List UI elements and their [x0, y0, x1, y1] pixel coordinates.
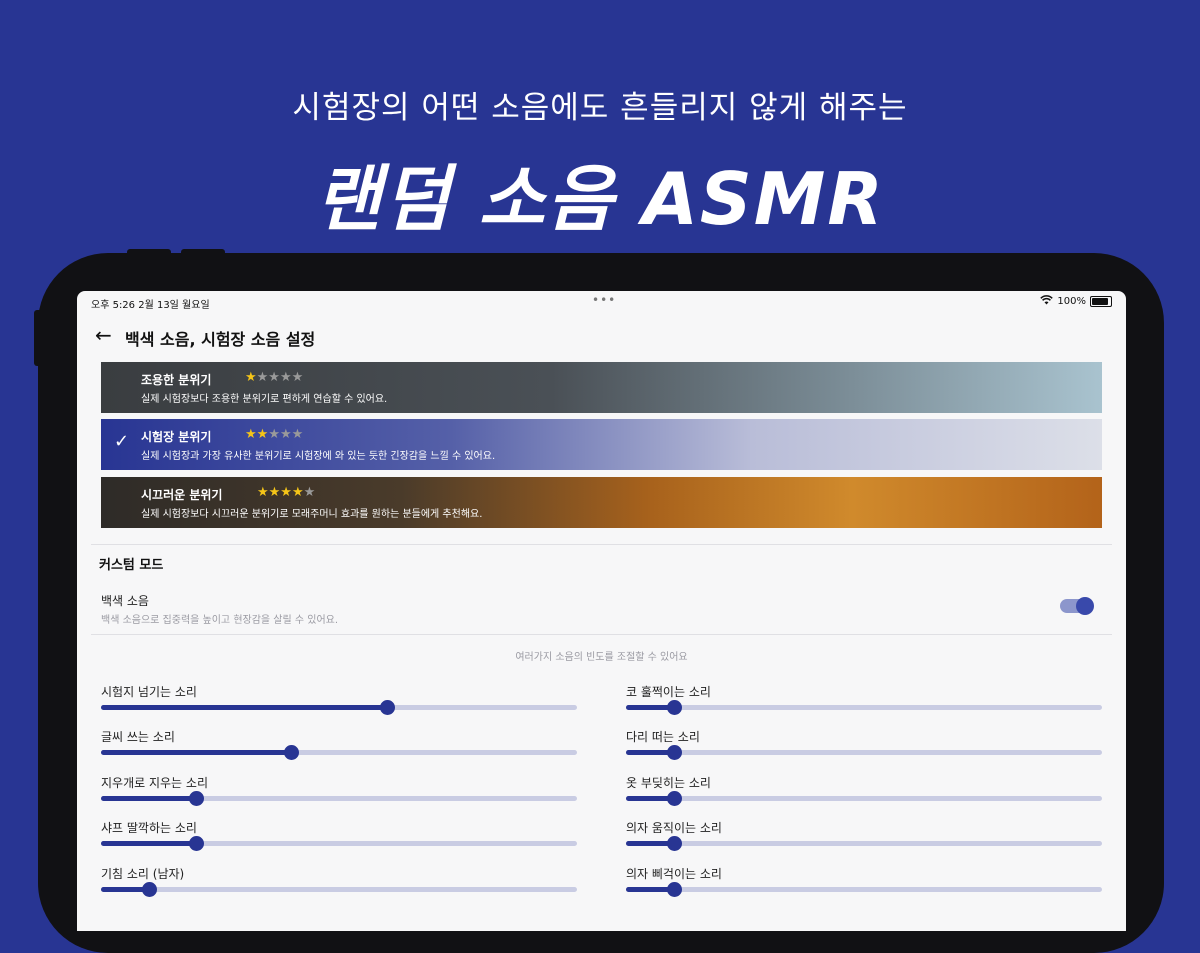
slider-row: 지우개로 지우는 소리 — [101, 774, 577, 814]
slider-track[interactable] — [626, 836, 1102, 851]
battery-icon — [1090, 296, 1112, 307]
slider-thumb[interactable] — [141, 882, 157, 897]
page-title: 백색 소음, 시험장 소음 설정 — [125, 330, 316, 349]
slider-label: 시험지 넘기는 소리 — [101, 685, 197, 699]
divider — [91, 634, 1112, 635]
status-bar: 오후 5:26 2월 13일 월요일 ••• 100% — [77, 291, 1126, 313]
preset-description: 실제 시험장과 가장 유사한 분위기로 시험장에 와 있는 듯한 긴장감을 느낄… — [141, 451, 496, 462]
star-rating: ★★★★★ — [245, 370, 304, 385]
preset-description: 실제 시험장보다 시끄러운 분위기로 모래주머니 효과를 원하는 분들에게 추천… — [141, 509, 483, 520]
white-noise-label: 백색 소음 — [101, 594, 149, 608]
section-title: 커스텀 모드 — [99, 558, 164, 573]
preset-card-exam[interactable]: ✓ 시험장 분위기 ★★★★★ 실제 시험장과 가장 유사한 분위기로 시험장에… — [101, 419, 1102, 470]
slider-track[interactable] — [626, 745, 1102, 760]
slider-row: 코 훌쩍이는 소리 — [626, 683, 1102, 723]
slider-track[interactable] — [101, 745, 577, 760]
slider-row: 글씨 쓰는 소리 — [101, 728, 577, 768]
preset-description: 실제 시험장보다 조용한 분위기로 편하게 연습할 수 있어요. — [141, 394, 388, 405]
slider-thumb[interactable] — [666, 745, 682, 760]
slider-thumb[interactable] — [284, 745, 300, 760]
promo-title: 랜덤 소음 ASMR — [315, 157, 885, 241]
multitask-dots[interactable]: ••• — [592, 293, 616, 307]
preset-title: 시험장 분위기 — [141, 430, 212, 444]
divider — [91, 544, 1112, 545]
status-time: 오후 5:26 2월 13일 월요일 — [91, 300, 210, 311]
star-rating: ★★★★★ — [257, 485, 316, 500]
slider-track[interactable] — [101, 836, 577, 851]
slider-thumb[interactable] — [666, 700, 682, 715]
slider-thumb[interactable] — [189, 791, 205, 806]
wifi-icon — [1040, 295, 1054, 308]
slider-label: 다리 떠는 소리 — [626, 730, 700, 744]
app-screen: 오후 5:26 2월 13일 월요일 ••• 100% ← 백색 소음, 시험장… — [77, 291, 1126, 931]
slider-thumb[interactable] — [379, 700, 395, 715]
slider-label: 기침 소리 (남자) — [101, 867, 185, 881]
white-noise-description: 백색 소음으로 집중력을 높이고 현장감을 살릴 수 있어요. — [101, 615, 339, 626]
promo-subtitle: 시험장의 어떤 소음에도 흔들리지 않게 해주는 — [292, 90, 908, 126]
back-arrow-icon[interactable]: ← — [95, 323, 112, 347]
slider-track[interactable] — [101, 700, 577, 715]
slider-label: 의자 움직이는 소리 — [626, 821, 722, 835]
slider-track[interactable] — [101, 791, 577, 806]
slider-track[interactable] — [626, 882, 1102, 897]
slider-label: 의자 삐걱이는 소리 — [626, 867, 722, 881]
preset-title: 시끄러운 분위기 — [141, 488, 223, 502]
slider-track[interactable] — [101, 882, 577, 897]
slider-label: 옷 부딪히는 소리 — [626, 776, 711, 790]
nav-header: ← 백색 소음, 시험장 소음 설정 — [77, 321, 1126, 353]
slider-label: 샤프 딸깍하는 소리 — [101, 821, 197, 835]
slider-thumb[interactable] — [189, 836, 205, 851]
slider-thumb[interactable] — [666, 836, 682, 851]
star-rating: ★★★★★ — [245, 427, 304, 442]
slider-row: 시험지 넘기는 소리 — [101, 683, 577, 723]
slider-label: 지우개로 지우는 소리 — [101, 776, 208, 790]
check-icon: ✓ — [114, 431, 130, 452]
slider-row: 옷 부딪히는 소리 — [626, 774, 1102, 814]
battery-percent: 100% — [1057, 296, 1086, 307]
slider-row: 다리 떠는 소리 — [626, 728, 1102, 768]
slider-track[interactable] — [626, 791, 1102, 806]
white-noise-toggle[interactable] — [1060, 597, 1094, 615]
preset-card-quiet[interactable]: 조용한 분위기 ★★★★★ 실제 시험장보다 조용한 분위기로 편하게 연습할 … — [101, 362, 1102, 413]
slider-label: 글씨 쓰는 소리 — [101, 730, 175, 744]
slider-track[interactable] — [626, 700, 1102, 715]
frequency-hint: 여러가지 소음의 빈도를 조절할 수 있어요 — [515, 652, 688, 663]
tablet-top-button — [181, 249, 225, 255]
slider-label: 코 훌쩍이는 소리 — [626, 685, 711, 699]
slider-thumb[interactable] — [666, 791, 682, 806]
slider-thumb[interactable] — [666, 882, 682, 897]
tablet-side-button — [34, 310, 40, 366]
slider-row: 의자 삐걱이는 소리 — [626, 865, 1102, 905]
tablet-top-button — [127, 249, 171, 255]
preset-card-noisy[interactable]: 시끄러운 분위기 ★★★★★ 실제 시험장보다 시끄러운 분위기로 모래주머니 … — [101, 477, 1102, 528]
slider-row: 의자 움직이는 소리 — [626, 819, 1102, 859]
slider-row: 기침 소리 (남자) — [101, 865, 577, 905]
preset-title: 조용한 분위기 — [141, 373, 212, 387]
slider-row: 샤프 딸깍하는 소리 — [101, 819, 577, 859]
